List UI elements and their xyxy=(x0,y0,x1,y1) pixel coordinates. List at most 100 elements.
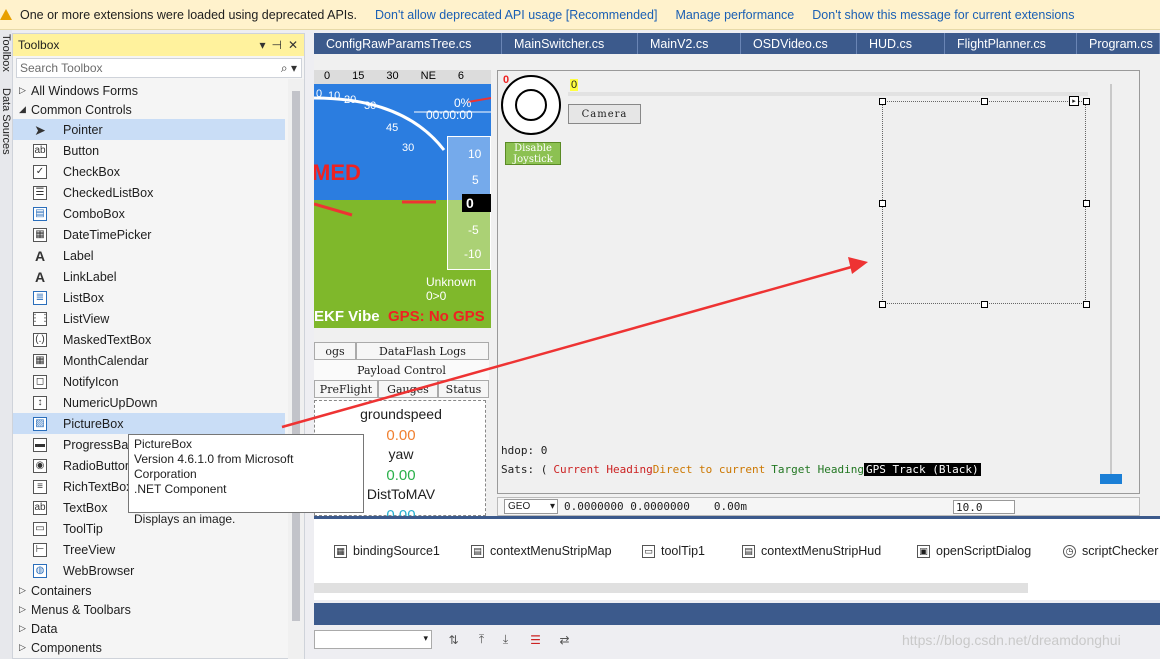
toolbox-item-webbrowser[interactable]: ◍ WebBrowser xyxy=(13,560,285,581)
toolbox-item-combobox[interactable]: ▤ ComboBox xyxy=(13,203,285,224)
coordinate-format-select[interactable]: GEO ▾ xyxy=(504,499,558,514)
horizontal-scrollbar[interactable] xyxy=(314,583,1028,593)
toolbox-item-notifyicon[interactable]: ◻ NotifyIcon xyxy=(13,371,285,392)
tab-gauges[interactable]: Gauges xyxy=(378,380,438,398)
collapsed-caret-icon[interactable]: ▷ xyxy=(19,623,31,634)
toolbox-scrollbar[interactable] xyxy=(288,79,304,659)
tab-preflight[interactable]: PreFlight xyxy=(314,380,378,398)
toolbox-item-label[interactable]: A Label xyxy=(13,245,285,266)
collapsed-caret-icon[interactable]: ▷ xyxy=(19,85,31,96)
horizon-left-marker xyxy=(314,202,353,217)
manage-performance-link[interactable]: Manage performance xyxy=(675,8,794,22)
align-bottom-icon[interactable]: ⤓ xyxy=(498,632,513,647)
resize-handle-ne[interactable] xyxy=(1083,98,1090,105)
speed-arc xyxy=(314,96,446,151)
hud-control[interactable]: 0 15 30 NE 6 0 10 20 30 45 30 0% 00:00:0… xyxy=(314,70,491,328)
side-tab-data-sources[interactable]: Data Sources xyxy=(0,88,12,155)
tab-order-icon[interactable]: ⇄ xyxy=(557,632,572,647)
toolbox-item-checkedlistbox[interactable]: ☰ CheckedListBox xyxy=(13,182,285,203)
toolbox-item-treeview[interactable]: ⊢ TreeView xyxy=(13,539,285,560)
toolbox-item-picturebox[interactable]: ▨ PictureBox xyxy=(13,413,285,434)
doc-tab-hud-cs[interactable]: HUD.cs xyxy=(857,33,945,54)
tab-status[interactable]: Status xyxy=(438,380,489,398)
search-icon[interactable]: ⌕ ▾ xyxy=(281,61,297,76)
tab-payload-control[interactable]: Payload Control xyxy=(314,361,489,379)
toolbox-category[interactable]: ▷ Data xyxy=(13,619,304,638)
toolbox-search-input[interactable]: Search Toolbox ⌕ ▾ xyxy=(16,58,302,78)
collapsed-caret-icon[interactable]: ▷ xyxy=(19,585,31,596)
toolbox-item-listbox[interactable]: ≣ ListBox xyxy=(13,287,285,308)
contextmenu-icon: ▤ xyxy=(471,544,484,558)
toolbox-item-button[interactable]: ab Button xyxy=(13,140,285,161)
toolbox-category[interactable]: ◢ Common Controls xyxy=(13,100,304,119)
picturebox-control[interactable]: ▸ xyxy=(879,96,1090,308)
toolbox-category[interactable]: ▷ All Windows Forms xyxy=(13,81,304,100)
doc-tab-flightplanner-cs[interactable]: FlightPlanner.cs xyxy=(945,33,1077,54)
doc-tab-configrawparamstree-cs[interactable]: ConfigRawParamsTree.cs xyxy=(314,33,502,54)
resize-handle-e[interactable] xyxy=(1083,200,1090,207)
resize-handle-nw[interactable] xyxy=(879,98,886,105)
collapsed-caret-icon[interactable]: ▷ xyxy=(19,604,31,615)
trackbar-line xyxy=(1110,84,1112,484)
toolbox-item-monthcalendar[interactable]: ▦ MonthCalendar xyxy=(13,350,285,371)
disallow-deprecated-link[interactable]: Don't allow deprecated API usage [Recomm… xyxy=(375,8,657,22)
toolbox-item-listview[interactable]: ⋮⋮ ListView xyxy=(13,308,285,329)
trackbar-thumb[interactable] xyxy=(1100,474,1122,484)
resize-handle-s[interactable] xyxy=(981,301,988,308)
ekf-vibe-label[interactable]: EKF Vibe xyxy=(314,308,380,325)
zoom-value-input[interactable]: 10.0 xyxy=(952,499,1015,514)
collapsed-caret-icon[interactable]: ▷ xyxy=(19,642,31,653)
auto-hide-pin-icon[interactable]: ⊣ xyxy=(271,38,281,52)
gps-status: GPS: No GPS xyxy=(388,308,485,325)
toolbox-category[interactable]: ▷ Components xyxy=(13,638,304,657)
sort-icon[interactable]: ⇅ xyxy=(446,632,461,647)
armed-status: MED xyxy=(314,160,361,185)
toolbox-item-pointer[interactable]: ➤ Pointer xyxy=(13,119,285,140)
close-icon[interactable]: ✕ xyxy=(288,38,298,52)
align-top-icon[interactable]: ⤒ xyxy=(474,632,489,647)
combobox-icon: ▤ xyxy=(33,206,47,221)
doc-tab-mainswitcher-cs[interactable]: MainSwitcher.cs xyxy=(502,33,638,54)
tray-script-checker[interactable]: ◷ scriptChecker xyxy=(1063,544,1158,558)
doc-tab-osdvideo-cs[interactable]: OSDVideo.cs xyxy=(741,33,857,54)
delete-list-icon[interactable]: ☰ xyxy=(528,632,543,647)
hud-distance: 00:00:00 xyxy=(426,108,473,122)
toolbox-item-label: WebBrowser xyxy=(63,563,135,578)
doc-tab-program-cs[interactable]: Program.cs xyxy=(1077,33,1160,54)
scrollbar-thumb[interactable] xyxy=(292,91,300,621)
window-position-dropdown-icon[interactable]: ▾ xyxy=(259,38,265,52)
zoom-trackbar[interactable] xyxy=(1098,84,1124,486)
tab-dataflash-logs[interactable]: DataFlash Logs xyxy=(356,342,489,360)
toolbox-item-linklabel[interactable]: A LinkLabel xyxy=(13,266,285,287)
tray-context-menu-strip-map[interactable]: ▤ contextMenuStripMap xyxy=(471,544,612,558)
smart-tag-glyph-icon[interactable]: ▸ xyxy=(1069,96,1079,106)
tray-open-script-dialog[interactable]: ▣ openScriptDialog xyxy=(917,544,1031,558)
toolbox-item-maskedtextbox[interactable]: (.) MaskedTextBox xyxy=(13,329,285,350)
speed-mark-0: 0 xyxy=(316,88,323,100)
altitude-coordinate: 0.00m xyxy=(713,500,747,513)
side-tab-toolbox[interactable]: Toolbox xyxy=(0,34,12,72)
mode-line-1: Unknown xyxy=(426,275,477,289)
camera-button[interactable]: Camera xyxy=(568,104,641,124)
tray-tooltip[interactable]: ▭ toolTip1 xyxy=(642,544,705,558)
disable-joystick-button[interactable]: Disable Joystick xyxy=(505,142,561,165)
toolbox-item-numericupdown[interactable]: ↕ NumericUpDown xyxy=(13,392,285,413)
object-selector-dropdown[interactable]: ▾ xyxy=(314,630,432,649)
coordinates-value: 0.0000000 0.0000000 xyxy=(564,500,690,513)
tray-binding-source[interactable]: ▦ bindingSource1 xyxy=(334,544,440,558)
checkbox-icon: ✓ xyxy=(33,164,47,179)
resize-handle-n[interactable] xyxy=(981,98,988,105)
toolbox-item-checkbox[interactable]: ✓ CheckBox xyxy=(13,161,285,182)
doc-tab-mainv2-cs[interactable]: MainV2.cs xyxy=(638,33,741,54)
resize-handle-sw[interactable] xyxy=(879,301,886,308)
toolbox-category[interactable]: ▷ Containers xyxy=(13,581,304,600)
toolbox-category[interactable]: ▷ Menus & Toolbars xyxy=(13,600,304,619)
tab-logs[interactable]: ogs xyxy=(314,342,356,360)
toolbox-item-label: TreeView xyxy=(63,542,116,557)
resize-handle-se[interactable] xyxy=(1083,301,1090,308)
dont-show-message-link[interactable]: Don't show this message for current exte… xyxy=(812,8,1074,22)
tray-context-menu-strip-hud[interactable]: ▤ contextMenuStripHud xyxy=(742,544,881,558)
toolbox-item-datetimepicker[interactable]: ▦ DateTimePicker xyxy=(13,224,285,245)
resize-handle-w[interactable] xyxy=(879,200,886,207)
expanded-caret-icon[interactable]: ◢ xyxy=(19,104,31,115)
